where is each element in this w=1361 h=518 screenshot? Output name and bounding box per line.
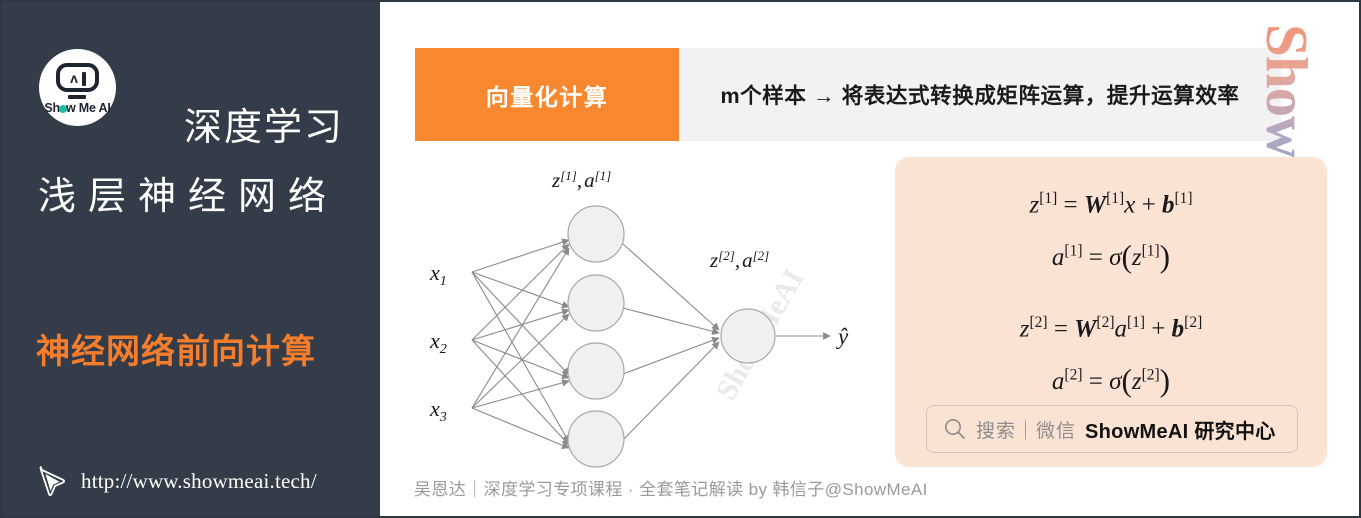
network-edges-hidden <box>622 243 720 441</box>
formula-a2-lhs-sup: [2] <box>1064 366 1083 384</box>
showmeai-logo: ʌ Sh w Me AI <box>39 49 116 126</box>
website-url-text: http://www.showmeai.tech/ <box>81 468 317 493</box>
cursor-pointer-icon <box>39 466 65 497</box>
formula-a2-eq: = <box>1088 367 1103 395</box>
formula-a2-fn: σ <box>1109 367 1122 395</box>
search-icon <box>945 419 965 439</box>
search-hint-label: 搜索｜微信 <box>976 420 1077 442</box>
search-brand-label: ShowMeAI 研究中心 <box>1085 420 1276 443</box>
formula-a1-arg: z <box>1131 244 1142 272</box>
hidden-node-3 <box>567 342 625 400</box>
formula-z2-b: b <box>1171 314 1185 342</box>
network-edges-input <box>471 238 570 449</box>
formula-z2-operand-sup: [1] <box>1126 313 1146 331</box>
banner-tag-label: 向量化计算 <box>415 48 679 141</box>
formula-panel: z[1] = W[1]x + b[1] a[1] = σ(z[1]) z[2] … <box>895 157 1327 467</box>
formula-a2-lhs: a <box>1051 367 1065 395</box>
formula-z2-lhs-sup: [2] <box>1029 313 1048 331</box>
formula-z1-eq: = <box>1063 191 1078 219</box>
formula-z1: z[1] = W[1]x + b[1] <box>895 190 1327 219</box>
formula-z1-b: b <box>1161 191 1175 219</box>
hidden-node-2 <box>567 274 625 332</box>
formula-z2-operand: a <box>1114 314 1127 342</box>
formula-z2-plus: + <box>1151 314 1166 342</box>
header-banner: 向量化计算 m个样本 → 将表达式转换成矩阵运算，提升运算效率 <box>415 48 1281 141</box>
input-label-x2: x2 <box>429 328 447 357</box>
formula-a2-paren-open: ( <box>1121 362 1132 398</box>
robot-face-icon: ʌ <box>56 63 99 92</box>
banner-description: m个样本 → 将表达式转换成矩阵运算，提升运算效率 <box>679 48 1281 141</box>
neural-network-diagram: ShowMeAI <box>402 152 892 472</box>
chapter-title: 浅层神经网络 <box>38 176 339 218</box>
formula-a1: a[1] = σ(z[1]) <box>895 241 1327 272</box>
formula-z1-operand: x <box>1124 191 1136 219</box>
formula-a2-arg: z <box>1131 367 1142 395</box>
hidden-node-1 <box>567 205 625 263</box>
website-url-row[interactable]: http://www.showmeai.tech/ <box>36 464 317 498</box>
network-svg: ShowMeAI <box>429 168 849 468</box>
formula-z2-b-sup: [2] <box>1184 313 1203 331</box>
topic-title: 神经网络前向计算 <box>36 333 316 371</box>
formula-z1-w-sup: [1] <box>1106 190 1125 207</box>
logo-letter-i <box>82 72 86 86</box>
formula-a1-paren-open: ( <box>1121 239 1132 275</box>
formula-z1-w: W <box>1083 191 1107 219</box>
course-title: 深度学习 <box>184 107 345 149</box>
formula-z2-eq: = <box>1053 314 1068 342</box>
logo-brand-suffix: w Me AI <box>65 101 111 115</box>
formula-z2-w: W <box>1074 314 1097 342</box>
formula-a1-paren-close: ) <box>1159 239 1171 275</box>
logo-brand-prefix: Sh <box>44 101 60 115</box>
wechat-search-bar[interactable]: 搜索｜微信 ShowMeAI 研究中心 <box>926 405 1298 453</box>
sidebar: ʌ Sh w Me AI 深度学习 浅层神经网络 神经网络前向计算 http://… <box>2 2 380 516</box>
output-layer-label: z[2],a[2] <box>709 248 769 272</box>
hidden-layer-nodes <box>567 205 625 468</box>
formula-a2-arg-sup: [2] <box>1141 366 1160 384</box>
formula-a1-eq: = <box>1088 244 1103 272</box>
formula-a1-arg-sup: [1] <box>1141 242 1160 260</box>
hidden-node-4 <box>567 410 625 468</box>
output-value-label: ŷ <box>836 324 849 349</box>
formula-a2-paren-close: ) <box>1159 362 1171 398</box>
formula-z1-plus: + <box>1141 191 1156 219</box>
robot-mouth-icon <box>68 95 86 99</box>
slide-canvas: ʌ Sh w Me AI 深度学习 浅层神经网络 神经网络前向计算 http://… <box>0 0 1361 518</box>
logo-letter-a: ʌ <box>70 70 78 86</box>
formula-a1-lhs-sup: [1] <box>1064 242 1083 260</box>
formula-a2: a[2] = σ(z[2]) <box>895 365 1327 396</box>
output-node <box>720 308 776 364</box>
formula-z2-w-sup: [2] <box>1096 313 1115 331</box>
formula-z2: z[2] = W[2]a[1] + b[2] <box>895 313 1327 342</box>
logo-brand-text: Sh w Me AI <box>39 101 116 115</box>
formula-a1-lhs: a <box>1051 244 1065 272</box>
formula-z1-lhs-sup: [1] <box>1039 190 1058 207</box>
formula-z1-b-sup: [1] <box>1174 190 1193 207</box>
formula-z1-lhs: z <box>1029 191 1040 219</box>
footer-credit: 吴恩达｜深度学习专项课程 · 全套笔记解读 by 韩信子@ShowMeAI <box>414 480 928 499</box>
input-label-x1: x1 <box>429 260 447 289</box>
hidden-layer-label: z[1],a[1] <box>551 168 611 192</box>
formula-a1-fn: σ <box>1109 244 1122 272</box>
input-label-x3: x3 <box>429 396 447 425</box>
